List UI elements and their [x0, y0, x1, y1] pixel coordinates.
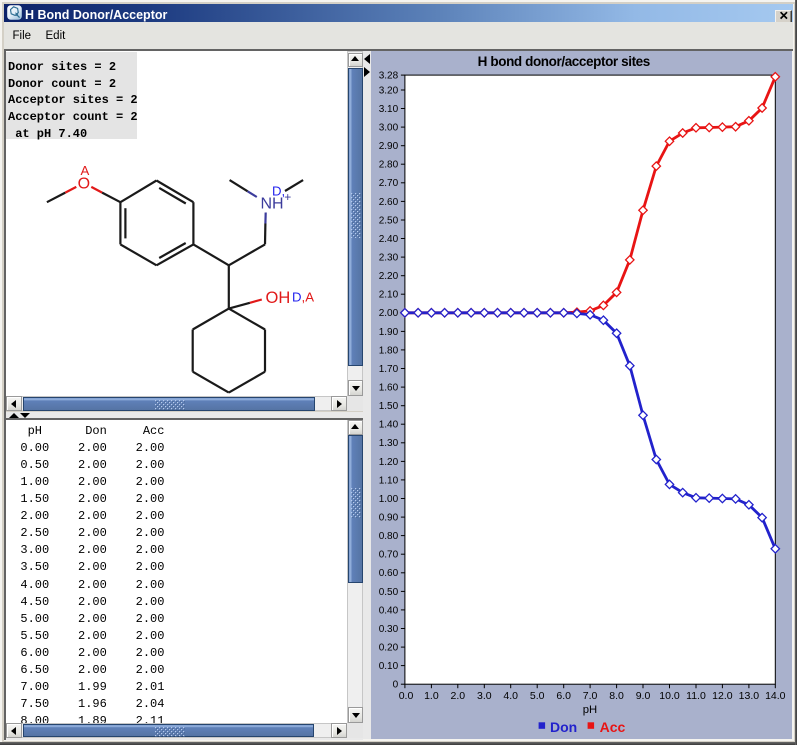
svg-text:1.40: 1.40	[379, 420, 399, 431]
svg-text:2.00: 2.00	[379, 308, 399, 319]
svg-text:1.10: 1.10	[379, 475, 399, 486]
svg-text:6.0: 6.0	[556, 690, 571, 702]
svg-text:0.70: 0.70	[379, 550, 399, 561]
svg-text:1.20: 1.20	[379, 457, 399, 468]
svg-text:1.60: 1.60	[379, 383, 399, 394]
svg-text:1.70: 1.70	[379, 364, 399, 375]
svg-text:4.0: 4.0	[503, 690, 518, 702]
svg-text:A: A	[81, 163, 90, 178]
svg-text:9.0: 9.0	[636, 690, 651, 702]
svg-text:3.10: 3.10	[379, 104, 399, 115]
svg-text:1.0: 1.0	[424, 690, 439, 702]
svg-text:Don: Don	[550, 719, 577, 735]
svg-text:0.80: 0.80	[379, 531, 399, 542]
svg-text:13.0: 13.0	[739, 690, 760, 702]
svg-text:1.50: 1.50	[379, 401, 399, 412]
svg-text:2.10: 2.10	[379, 290, 399, 301]
svg-text:+: +	[284, 190, 291, 204]
svg-text:2.80: 2.80	[379, 160, 399, 171]
svg-text:1.30: 1.30	[379, 438, 399, 449]
svg-text:0.30: 0.30	[379, 624, 399, 635]
svg-text:11.0: 11.0	[686, 690, 706, 702]
svg-text:2.50: 2.50	[379, 215, 399, 226]
svg-text:0.10: 0.10	[379, 661, 399, 672]
svg-text:2.20: 2.20	[379, 271, 399, 282]
svg-text:D,A: D,A	[292, 289, 314, 304]
svg-text:0.50: 0.50	[379, 587, 399, 598]
svg-text:pH: pH	[583, 704, 597, 716]
svg-text:0.60: 0.60	[379, 568, 399, 579]
svg-text:1.90: 1.90	[379, 327, 399, 338]
svg-text:3.00: 3.00	[379, 123, 399, 134]
svg-text:0.0: 0.0	[399, 690, 414, 702]
svg-text:3.28: 3.28	[379, 71, 399, 82]
svg-text:12.0: 12.0	[712, 690, 733, 702]
svg-text:3.20: 3.20	[379, 85, 399, 96]
svg-text:14.0: 14.0	[765, 690, 786, 702]
svg-text:Acc: Acc	[600, 719, 626, 735]
svg-text:2.40: 2.40	[379, 234, 399, 245]
svg-text:D,: D,	[272, 184, 285, 199]
svg-text:0.20: 0.20	[379, 643, 399, 654]
svg-text:8.0: 8.0	[609, 690, 624, 702]
svg-text:1.00: 1.00	[379, 494, 399, 505]
svg-text:1.80: 1.80	[379, 345, 399, 356]
svg-text:2.70: 2.70	[379, 178, 399, 189]
svg-text:H bond donor/acceptor sites: H bond donor/acceptor sites	[478, 54, 650, 69]
svg-text:2.30: 2.30	[379, 253, 399, 264]
svg-text:0.90: 0.90	[379, 513, 399, 524]
svg-text:3.0: 3.0	[477, 690, 492, 702]
svg-text:2.90: 2.90	[379, 141, 399, 152]
svg-text:0.40: 0.40	[379, 605, 399, 616]
svg-text:7.0: 7.0	[583, 690, 598, 702]
svg-text:2.60: 2.60	[379, 197, 399, 208]
svg-text:5.0: 5.0	[530, 690, 545, 702]
svg-text:OH: OH	[266, 289, 291, 307]
svg-text:2.0: 2.0	[450, 690, 465, 702]
svg-text:10.0: 10.0	[659, 690, 680, 702]
